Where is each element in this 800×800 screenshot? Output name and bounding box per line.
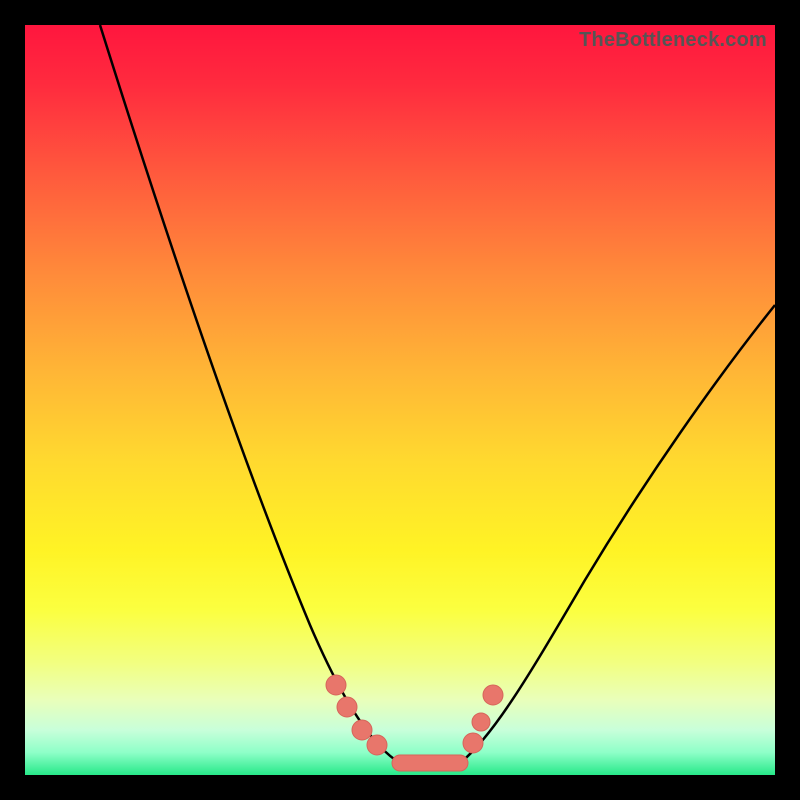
outer-frame: TheBottleneck.com [0,0,800,800]
marker-pill [392,755,468,771]
plot-area: TheBottleneck.com [25,25,775,775]
curve-left-branch [100,25,400,763]
watermark-text: TheBottleneck.com [579,29,767,52]
marker-dot [326,675,346,695]
marker-dot [472,713,490,731]
bottleneck-curve [25,25,775,775]
curve-right-branch [460,305,775,763]
marker-dot [483,685,503,705]
marker-dot [337,697,357,717]
marker-dot [367,735,387,755]
marker-dot [463,733,483,753]
marker-dot [352,720,372,740]
